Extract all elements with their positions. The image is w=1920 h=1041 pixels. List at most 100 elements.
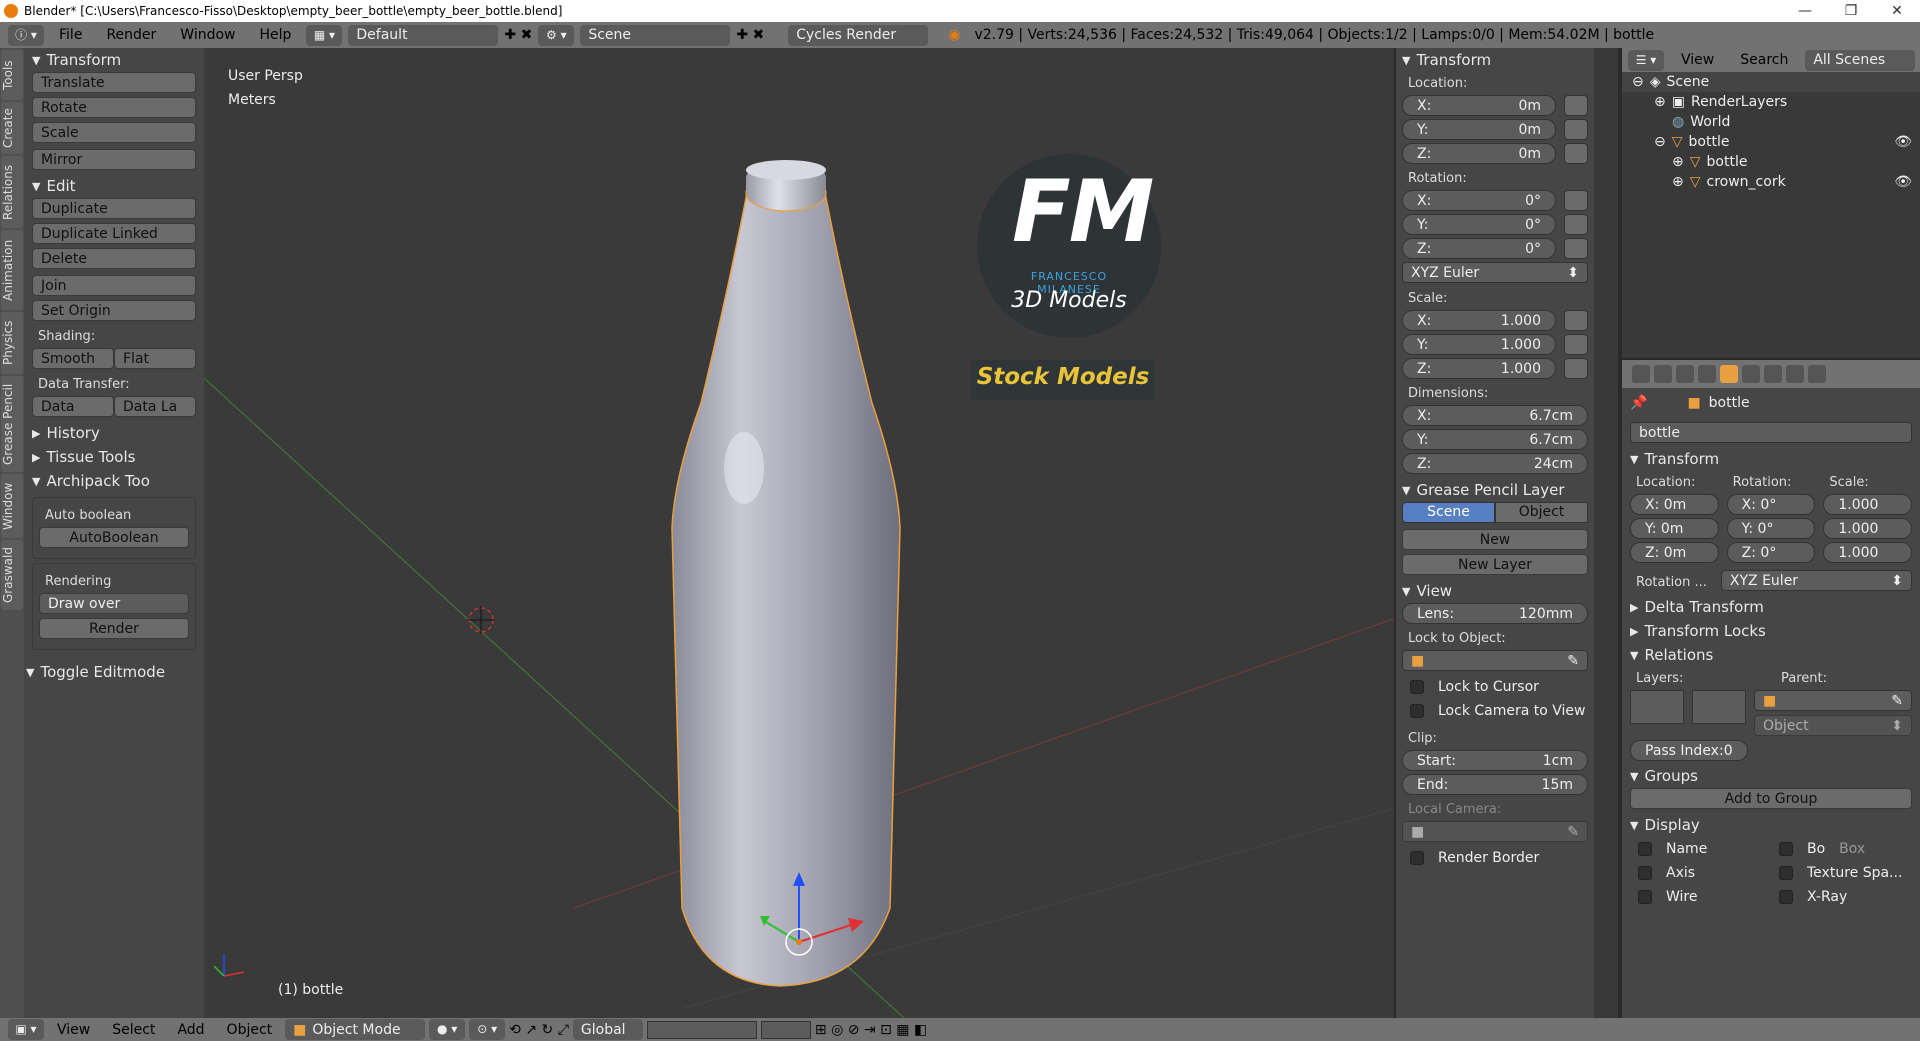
tab-tools[interactable]: Tools — [1, 50, 23, 100]
render-border-checkbox[interactable]: Render Border — [1402, 850, 1588, 866]
grease-object-button[interactable]: Object — [1495, 502, 1588, 523]
layout-selector[interactable]: Default — [348, 24, 499, 46]
lock-icon[interactable] — [1564, 214, 1588, 235]
add-scene-icon[interactable]: ✚ ✖ — [736, 27, 764, 43]
relations-header[interactable]: ▼ Relations — [1630, 643, 1912, 667]
add-to-group-button[interactable]: Add to Group — [1630, 788, 1912, 809]
display-bounds-checkbox[interactable]: Bo Box — [1771, 841, 1912, 857]
layers-grid-b[interactable] — [1692, 690, 1746, 724]
lock-camera-checkbox[interactable]: Lock Camera to View — [1402, 703, 1588, 719]
delete-button[interactable]: Delete — [32, 248, 196, 269]
add-layout-icon[interactable]: ✚ ✖ — [504, 27, 532, 43]
tab-relations[interactable]: Relations — [1, 156, 23, 228]
menu-window[interactable]: Window — [171, 27, 244, 43]
transform-panel-header[interactable]: ▼ Transform — [32, 48, 196, 72]
n-transform-header[interactable]: ▼ Transform — [1402, 48, 1588, 72]
data-tab-icon[interactable] — [1786, 365, 1804, 383]
pass-index-field[interactable]: Pass Index:0 — [1630, 740, 1748, 761]
display-texture-space-checkbox[interactable]: Texture Spa... — [1771, 865, 1912, 881]
grease-new-button[interactable]: New — [1402, 529, 1588, 550]
separator[interactable] — [1394, 48, 1396, 1018]
display-mode-select[interactable]: All Scenes — [1805, 49, 1916, 71]
tissue-panel-header[interactable]: ▶ Tissue Tools — [32, 445, 196, 469]
editor-type-info-icon[interactable]: ⓘ ▾ — [8, 24, 44, 46]
editor-type-icon[interactable]: ☰ ▾ — [1628, 49, 1664, 71]
delta-transform-header[interactable]: ▶ Delta Transform — [1630, 595, 1912, 619]
tab-create[interactable]: Create — [1, 102, 23, 154]
screen-layout-icon[interactable]: ▦ ▾ — [306, 24, 343, 46]
props-loc-y[interactable]: Y: 0m — [1630, 518, 1719, 539]
props-rot-z[interactable]: Z: 0° — [1726, 542, 1816, 563]
scene-tab-icon[interactable] — [1676, 365, 1694, 383]
outliner-item-bottle-empty[interactable]: ⊖ ▽ bottle 👁 — [1622, 132, 1920, 152]
scale-button[interactable]: Scale — [32, 122, 196, 143]
outliner-item-crown-cork[interactable]: ⊕ ▽ crown_cork 👁 — [1622, 172, 1920, 192]
outliner-item-world[interactable]: ◍ World — [1622, 112, 1920, 132]
props-rotation-mode-select[interactable]: XYZ Euler ⬍ — [1720, 570, 1912, 591]
scale-y-field[interactable]: Y: 1.000 — [1402, 334, 1556, 355]
clip-start-field[interactable]: Start: 1cm — [1402, 750, 1588, 771]
scale-x-field[interactable]: X: 1.000 — [1402, 310, 1556, 331]
dimension-x-field[interactable]: X: 6.7cm — [1402, 405, 1588, 426]
menu-help[interactable]: Help — [250, 27, 300, 43]
scene-selector[interactable]: Scene — [580, 24, 731, 46]
grease-scene-button[interactable]: Scene — [1402, 502, 1495, 523]
autoboolean-button[interactable]: AutoBoolean — [39, 527, 189, 548]
rotation-x-field[interactable]: X: 0° — [1402, 190, 1556, 211]
props-rot-y[interactable]: Y: 0° — [1726, 518, 1816, 539]
smooth-button[interactable]: Smooth — [32, 348, 114, 369]
lens-field[interactable]: Lens: 120mm — [1402, 603, 1588, 624]
render-button[interactable]: Render — [39, 618, 189, 639]
viewport-shading-icon[interactable]: ● ▾ — [429, 1019, 466, 1040]
lock-icon[interactable] — [1564, 95, 1588, 116]
duplicate-button[interactable]: Duplicate — [32, 198, 196, 219]
object-name-field[interactable]: bottle — [1630, 422, 1912, 443]
local-camera-field[interactable]: ■ ✎ — [1402, 821, 1588, 842]
bounds-type-select[interactable]: Box — [1839, 841, 1865, 857]
lock-icon[interactable] — [1564, 238, 1588, 259]
join-button[interactable]: Join — [32, 275, 196, 296]
manipulator-icons[interactable]: ⟲ ↗ ↻ ⤢ — [509, 1022, 569, 1038]
layers-buttons-b[interactable] — [760, 1020, 811, 1039]
interaction-mode-select[interactable]: ■ Object Mode — [285, 1019, 426, 1040]
location-x-field[interactable]: X: 0m — [1402, 95, 1556, 116]
lock-icon[interactable] — [1564, 358, 1588, 379]
pivot-point-icon[interactable]: ⊙ ▾ — [469, 1019, 506, 1040]
rotation-mode-select[interactable]: XYZ Euler ⬍ — [1402, 262, 1588, 283]
set-origin-select[interactable]: Set Origin — [32, 300, 196, 321]
location-z-field[interactable]: Z: 0m — [1402, 143, 1556, 164]
lock-icon[interactable] — [1564, 190, 1588, 211]
groups-header[interactable]: ▼ Groups — [1630, 764, 1912, 788]
tab-animation[interactable]: Animation — [1, 230, 23, 310]
object-tab-icon[interactable] — [1720, 365, 1738, 383]
props-loc-x[interactable]: X: 0m — [1630, 494, 1719, 515]
history-panel-header[interactable]: ▶ History — [32, 421, 196, 445]
dimension-y-field[interactable]: Y: 6.7cm — [1402, 429, 1588, 450]
edit-panel-header[interactable]: ▼ Edit — [32, 174, 196, 198]
props-transform-header[interactable]: ▼ Transform — [1630, 447, 1912, 471]
rotation-y-field[interactable]: Y: 0° — [1402, 214, 1556, 235]
world-tab-icon[interactable] — [1698, 365, 1716, 383]
layers-tab-icon[interactable] — [1654, 365, 1672, 383]
scene-icon[interactable]: ⚙ ▾ — [538, 24, 575, 46]
visibility-eye-icon[interactable]: 👁 — [1894, 174, 1912, 190]
lock-icon[interactable] — [1564, 334, 1588, 355]
parent-field[interactable]: ■ ✎ — [1754, 690, 1912, 711]
menu-select[interactable]: Select — [103, 1022, 164, 1038]
props-scale-y[interactable]: 1.000 — [1823, 518, 1913, 539]
menu-add[interactable]: Add — [168, 1022, 213, 1038]
render-tab-icon[interactable] — [1632, 365, 1650, 383]
pin-icon[interactable]: 📌 — [1630, 395, 1647, 411]
clip-end-field[interactable]: End: 15m — [1402, 774, 1588, 795]
parent-type-select[interactable]: Object ⬍ — [1754, 715, 1912, 736]
display-name-checkbox[interactable]: Name — [1630, 841, 1771, 857]
menu-file[interactable]: File — [50, 27, 91, 43]
display-wire-checkbox[interactable]: Wire — [1630, 889, 1771, 905]
minimize-button[interactable]: — — [1782, 3, 1828, 19]
layers-grid-a[interactable] — [1630, 690, 1684, 724]
data-button[interactable]: Data — [32, 396, 114, 417]
grease-pencil-header[interactable]: ▼ Grease Pencil Layer — [1402, 478, 1588, 502]
menu-render[interactable]: Render — [97, 27, 165, 43]
material-tab-icon[interactable] — [1808, 365, 1826, 383]
mirror-button[interactable]: Mirror — [32, 149, 196, 170]
